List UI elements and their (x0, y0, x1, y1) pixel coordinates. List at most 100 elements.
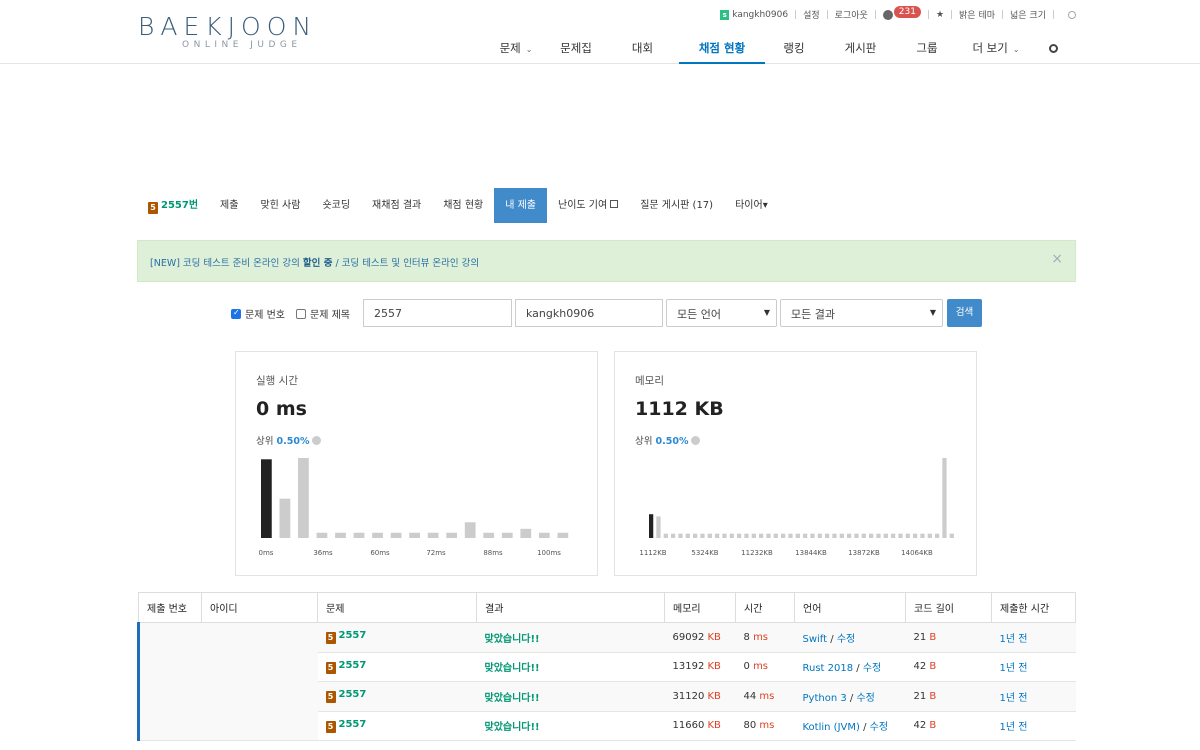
histogram-bar[interactable] (649, 514, 654, 538)
light-theme-link[interactable]: 밝은 테마 (959, 8, 995, 21)
histogram-bar[interactable] (759, 533, 764, 538)
nav-search[interactable] (1036, 35, 1070, 64)
settings-link[interactable]: 설정 (803, 8, 820, 21)
problem-link[interactable]: 2557 (339, 660, 367, 671)
histogram-bar[interactable] (538, 532, 550, 538)
info-icon[interactable] (691, 436, 701, 445)
submitted-cell[interactable]: 1년 전 (991, 651, 1076, 682)
edit-link[interactable]: 수정 (837, 634, 855, 645)
problem-input[interactable]: 2557 (363, 299, 512, 327)
result-select[interactable]: 모든 결과 ▼ (780, 299, 943, 327)
histogram-bar[interactable] (913, 533, 918, 538)
histogram-bar[interactable] (737, 533, 742, 538)
tab-tier[interactable]: 타이어▾ (724, 188, 779, 223)
histogram-bar[interactable] (803, 533, 808, 538)
problem-link[interactable]: 2557 (339, 689, 367, 700)
histogram-bar[interactable] (927, 533, 932, 538)
tab-my-submissions[interactable]: 내 제출 (494, 188, 547, 223)
histogram-bar[interactable] (279, 498, 291, 538)
problem-cell[interactable]: 5 2557 (317, 681, 477, 712)
tab-rejudge[interactable]: 재채점 결과 (361, 188, 432, 223)
histogram-bar[interactable] (773, 533, 778, 538)
histogram-bar[interactable] (920, 533, 925, 538)
edit-link[interactable]: 수정 (863, 663, 881, 674)
alert-prefix[interactable]: [NEW] 코딩 테스트 준비 온라인 강의 (150, 258, 303, 269)
globe-icon[interactable] (882, 9, 893, 20)
histogram-bar[interactable] (501, 532, 513, 538)
histogram-bar[interactable] (949, 533, 954, 538)
histogram-bar[interactable] (935, 533, 940, 538)
histogram-bar[interactable] (427, 532, 439, 538)
histogram-bar[interactable] (839, 533, 844, 538)
checkbox-checked[interactable] (231, 308, 241, 319)
tab-difficulty[interactable]: 난이도 기여 (547, 188, 629, 223)
problem-cell[interactable]: 5 2557 (317, 622, 477, 653)
histogram-bar[interactable] (766, 533, 771, 538)
search-icon[interactable] (1068, 10, 1076, 19)
histogram-bar[interactable] (883, 533, 888, 538)
problem-number-checkbox[interactable]: 문제 번호 (231, 306, 285, 321)
histogram-bar[interactable] (817, 533, 822, 538)
star-icon[interactable]: ★ (936, 10, 944, 20)
nav-problems[interactable]: 문제 ⌄ (486, 35, 546, 64)
language-link[interactable]: Swift (803, 634, 828, 645)
histogram-bar[interactable] (700, 533, 705, 538)
histogram-bar[interactable] (729, 533, 734, 538)
nav-contest[interactable]: 대회 (606, 35, 679, 64)
histogram-bar[interactable] (861, 533, 866, 538)
edit-link[interactable]: 수정 (870, 722, 888, 733)
histogram-bar[interactable] (722, 533, 727, 538)
histogram-bar[interactable] (847, 533, 852, 538)
histogram-bar[interactable] (390, 532, 402, 538)
histogram-bar[interactable] (656, 516, 661, 538)
histogram-bar[interactable] (464, 522, 476, 538)
checkbox-unchecked[interactable] (296, 308, 306, 319)
histogram-bar[interactable] (663, 533, 668, 538)
nav-ranking[interactable]: 랭킹 (765, 35, 823, 64)
histogram-bar[interactable] (891, 533, 896, 538)
histogram-bar[interactable] (316, 532, 328, 538)
histogram-bar[interactable] (298, 458, 309, 538)
alert-bold[interactable]: 할인 중 (303, 258, 333, 269)
problem-cell[interactable]: 5 2557 (317, 651, 477, 682)
histogram-bar[interactable] (832, 533, 837, 538)
language-link[interactable]: Rust 2018 (803, 663, 854, 674)
histogram-bar[interactable] (483, 532, 495, 538)
site-logo[interactable]: BAEKJOON ONLINE JUDGE (138, 12, 317, 50)
submitted-cell[interactable]: 1년 전 (991, 681, 1076, 712)
histogram-bar[interactable] (446, 532, 458, 538)
wide-size-link[interactable]: 넓은 크기 (1010, 8, 1046, 21)
histogram-bar[interactable] (869, 533, 874, 538)
problem-link[interactable]: 2557 (339, 719, 367, 730)
histogram-bar[interactable] (788, 533, 793, 538)
histogram-bar[interactable] (715, 533, 720, 538)
alert-suffix[interactable]: / 코딩 테스트 및 인터뷰 온라인 강의 (332, 258, 479, 269)
language-link[interactable]: Python 3 (803, 693, 847, 704)
submitted-cell[interactable]: 1년 전 (991, 622, 1076, 653)
language-select[interactable]: 모든 언어 ▼ (666, 299, 777, 327)
tab-status[interactable]: 채점 현황 (432, 188, 494, 223)
logout-link[interactable]: 로그아웃 (835, 8, 868, 21)
histogram-bar[interactable] (795, 533, 800, 538)
problem-link[interactable]: 2557 (339, 630, 367, 641)
histogram-bar[interactable] (905, 533, 910, 538)
search-button[interactable]: 검색 (947, 299, 982, 327)
histogram-bar[interactable] (685, 533, 690, 538)
submitted-cell[interactable]: 1년 전 (991, 710, 1076, 741)
histogram-bar[interactable] (372, 532, 383, 538)
tab-qna[interactable]: 질문 게시판 (17) (629, 188, 724, 223)
histogram-bar[interactable] (671, 533, 676, 538)
tab-submit[interactable]: 제출 (209, 188, 249, 223)
histogram-bar[interactable] (810, 533, 815, 538)
info-icon[interactable] (312, 436, 322, 445)
histogram-bar[interactable] (335, 532, 346, 538)
tab-problem[interactable]: 5 2557번 (137, 188, 209, 223)
close-icon[interactable]: × (1051, 251, 1063, 267)
language-link[interactable]: Kotlin (JVM) (803, 722, 860, 733)
edit-link[interactable]: 수정 (856, 693, 874, 704)
nav-board[interactable]: 게시판 (823, 35, 898, 64)
histogram-bar[interactable] (781, 533, 786, 538)
histogram-bar[interactable] (751, 533, 756, 538)
problem-title-checkbox[interactable]: 문제 제목 (296, 306, 350, 321)
problem-cell[interactable]: 5 2557 (317, 710, 477, 741)
